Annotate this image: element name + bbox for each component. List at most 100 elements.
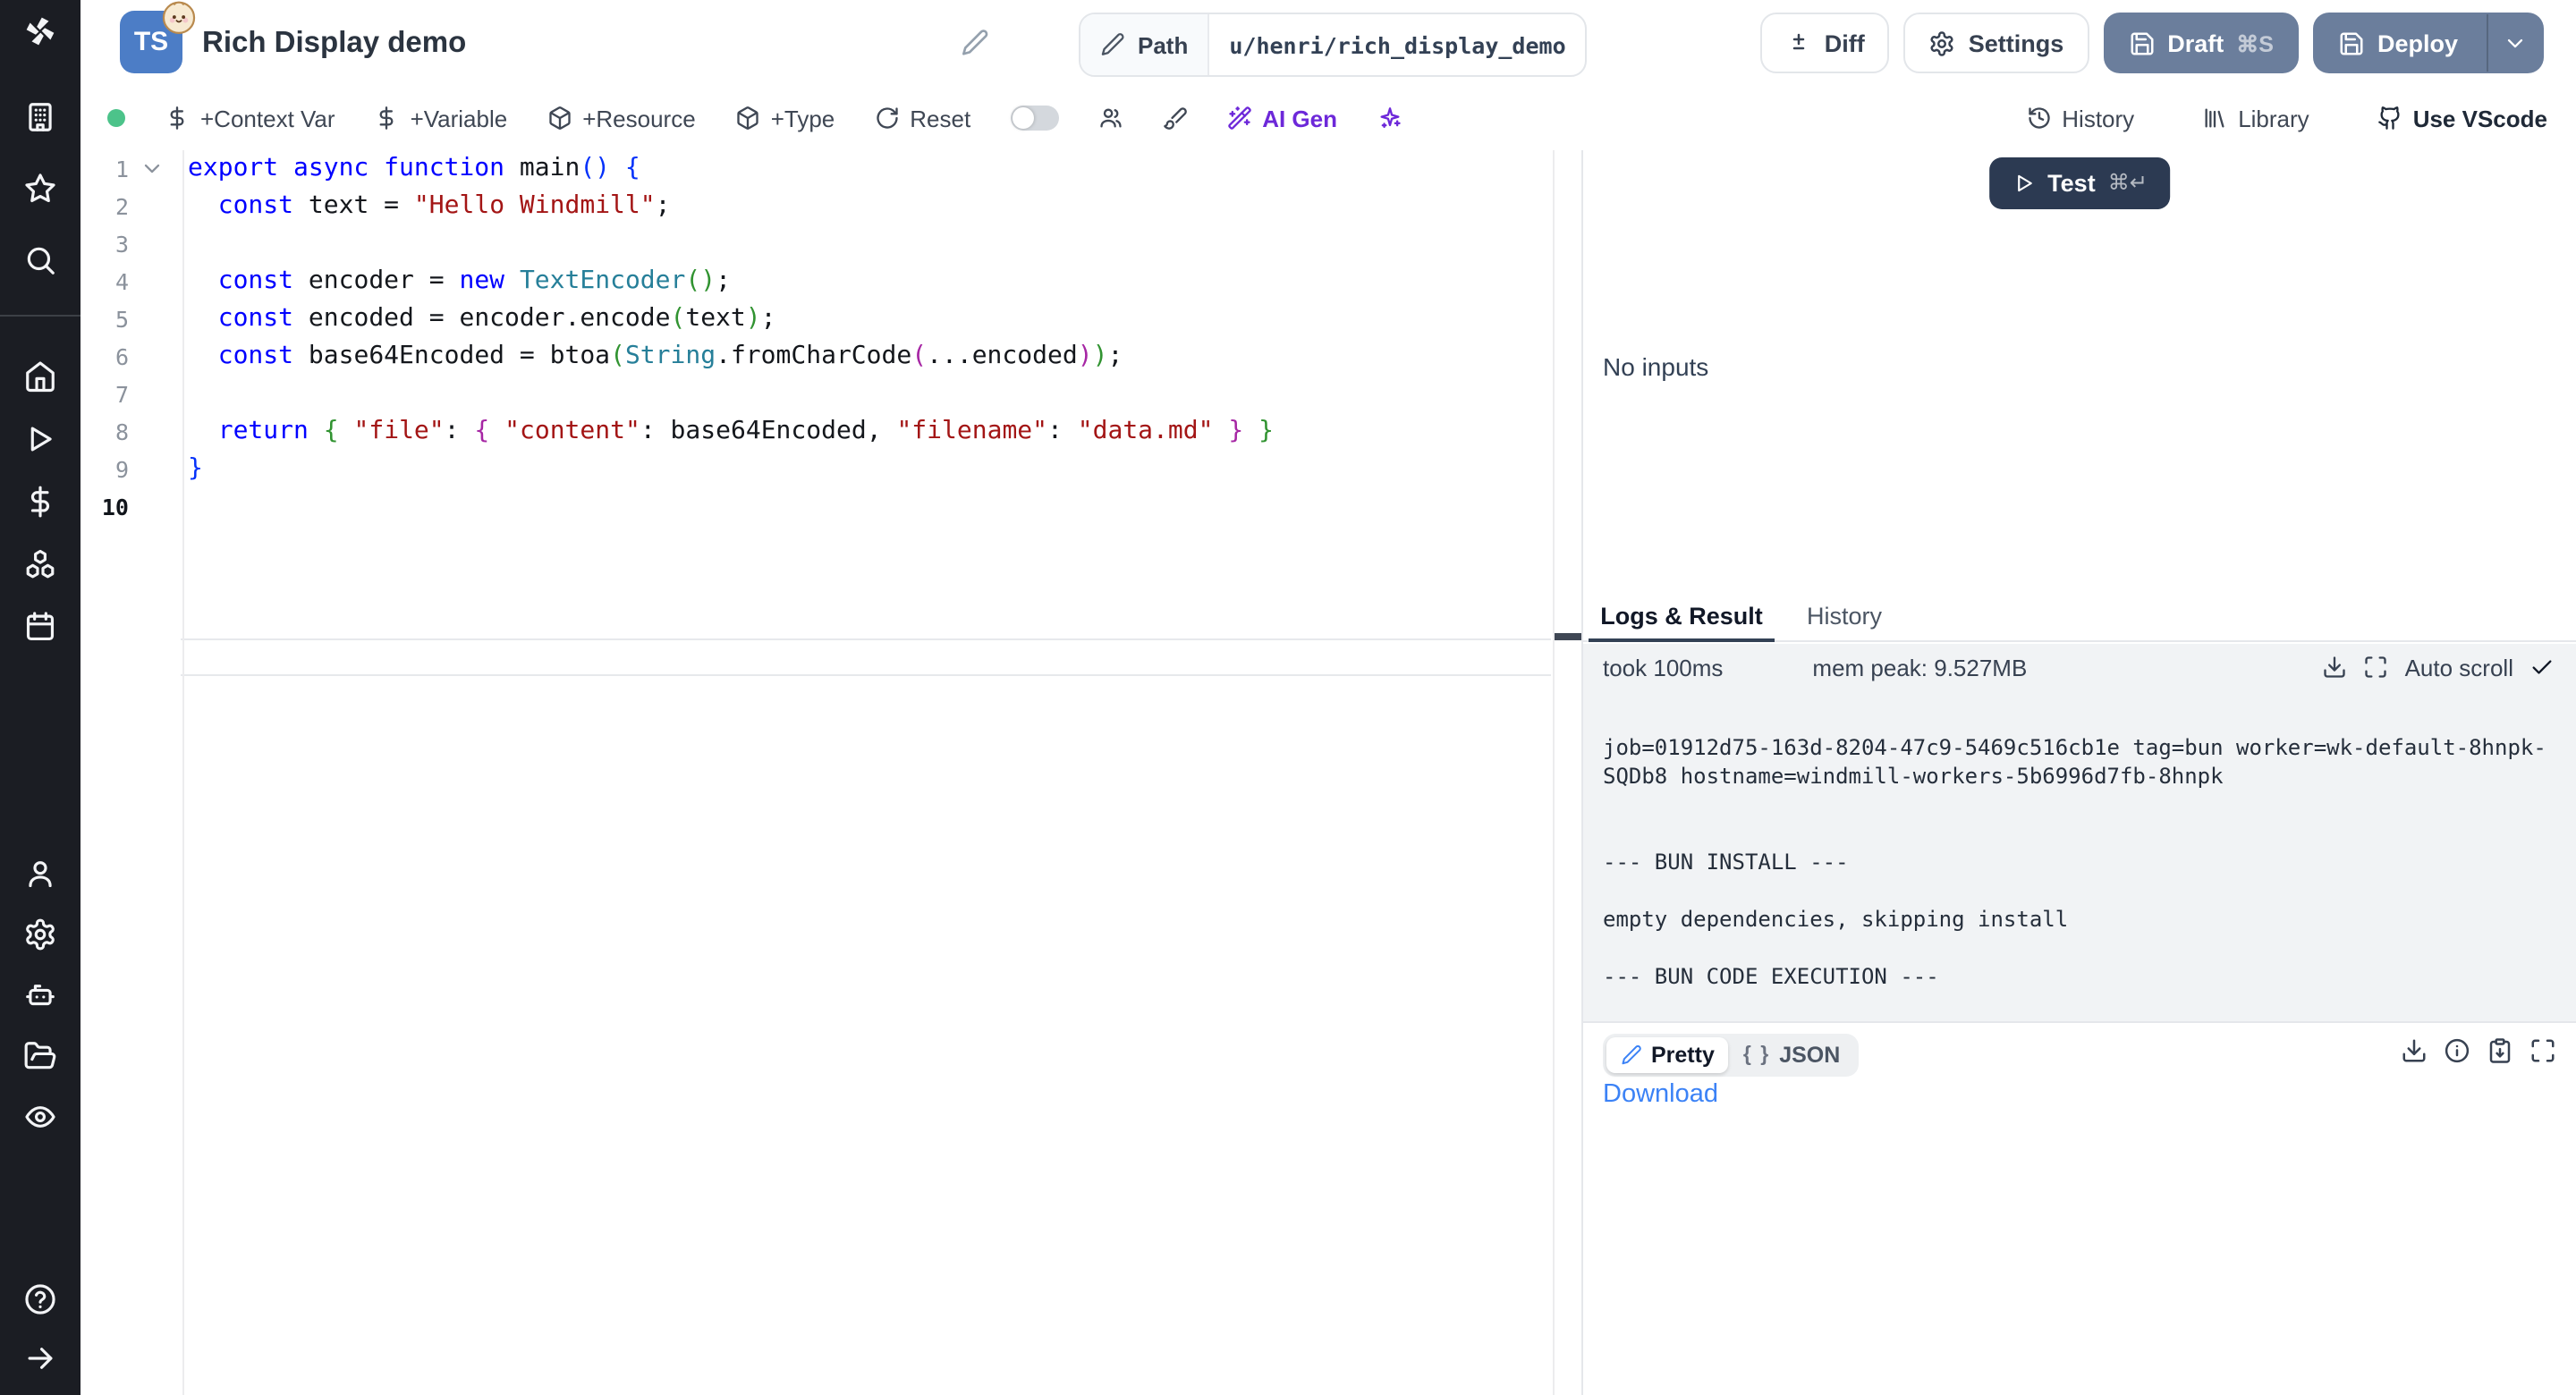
pen-icon [1621,1044,1642,1066]
line-number: 4 [80,263,129,300]
add-variable-label: +Variable [411,105,508,131]
check-icon[interactable] [2529,655,2555,680]
settings-button[interactable]: Settings [1904,13,2089,73]
copy-result-icon[interactable] [2487,1037,2513,1064]
code-line [188,225,1553,263]
deploy-menu-button[interactable] [2487,14,2542,72]
deploy-button[interactable]: Deploy [2313,13,2544,73]
language-badge: TS [120,11,182,73]
audit-logs-icon[interactable] [23,1100,57,1134]
sidebar-admin-group [23,857,57,1134]
library-button[interactable]: Library [2202,105,2309,131]
json-view-button[interactable]: { } JSON [1729,1037,1854,1073]
save-draft-icon [2128,30,2155,56]
play-icon [2012,171,2035,194]
library-icon [2202,106,2227,131]
tab-history[interactable]: History [1780,592,1909,640]
runs-icon[interactable] [23,422,57,456]
draft-button[interactable]: Draft ⌘S [2103,13,2299,73]
expand-logs-icon[interactable] [2364,655,2389,680]
collaborators-button[interactable] [1097,106,1123,131]
user-icon[interactable] [23,857,57,891]
expand-sidebar-icon[interactable] [23,1341,57,1375]
sparkles-icon [1377,106,1402,131]
format-code-button[interactable] [1162,106,1187,131]
expand-result-icon[interactable] [2529,1037,2556,1064]
history-button[interactable]: History [2026,105,2134,131]
info-icon[interactable] [2444,1037,2470,1064]
ai-sparkles-button[interactable] [1377,106,1402,131]
settings-icon[interactable] [23,917,57,951]
active-line-highlight [181,638,1551,676]
run-panel: Test ⌘↵ No inputs Logs & Result History … [1581,150,2576,1395]
download-result-icon[interactable] [2401,1037,2428,1064]
auto-scroll-label[interactable]: Auto scroll [2405,654,2513,681]
pretty-view-button[interactable]: Pretty [1606,1037,1729,1073]
add-context-var-button[interactable]: +Context Var [165,105,335,131]
rotate-cw-icon [874,106,899,131]
workspace-icon[interactable] [23,100,57,134]
gutter-guide-line [182,150,183,1395]
add-resource-button[interactable]: +Resource [547,105,695,131]
add-type-label: +Type [771,105,835,131]
edit-title-icon[interactable] [961,29,989,57]
header-actions: Diff Settings Draft ⌘S Deploy [1760,13,2544,73]
overview-ruler-cursor-mark [1555,633,1581,640]
run-duration: took 100ms [1603,654,1723,681]
path-label-section: Path [1080,14,1209,75]
windmill-logo-icon[interactable] [23,14,57,48]
help-icon[interactable] [23,1282,57,1316]
path-value[interactable]: u/henri/rich_display_demo [1209,14,1585,75]
download-file-link[interactable]: Download [1603,1080,1718,1109]
test-button[interactable]: Test ⌘↵ [1988,156,2171,208]
search-icon[interactable] [23,243,57,277]
diff-label: Diff [1825,30,1865,56]
favorites-icon[interactable] [23,172,57,206]
library-label: Library [2238,105,2309,131]
schedules-icon[interactable] [23,610,57,644]
paintbrush-icon [1162,106,1187,131]
code-line: return { "file": { "content": base64Enco… [188,413,1553,451]
add-resource-label: +Resource [582,105,695,131]
users-icon [1097,106,1123,131]
code-editor[interactable]: 12345678910 export async function main()… [80,150,1581,1395]
add-context-var-label: +Context Var [200,105,335,131]
use-vscode-label: Use VScode [2413,105,2547,131]
header: TS Rich Display demo Path u/henri/ [80,0,2576,86]
result-actions [2401,1037,2556,1064]
workers-icon[interactable] [23,978,57,1012]
download-logs-icon[interactable] [2323,655,2348,680]
use-vscode-button[interactable]: Use VScode [2377,105,2547,131]
diff-button[interactable]: Diff [1760,13,1890,73]
sidebar-bottom-group [23,1282,57,1375]
result-section: Pretty { } JSON Download [1583,1021,2576,1395]
variables-icon[interactable] [23,485,57,519]
line-number: 5 [80,300,129,338]
resources-icon[interactable] [23,547,57,581]
test-shortcut: ⌘↵ [2108,170,2148,195]
editor-toolbar: +Context Var +Variable +Resource +Type R… [80,86,2576,152]
job-logs: job=01912d75-163d-8204-47c9-5469c516cb1e… [1603,733,2558,991]
ai-gen-label: AI Gen [1262,105,1337,131]
package-icon [735,106,760,131]
reset-button[interactable]: Reset [874,105,970,131]
draft-shortcut: ⌘S [2236,30,2274,56]
history-label: History [2062,105,2134,131]
fold-chevron-icon[interactable] [140,156,165,181]
history-icon [2026,106,2051,131]
code-content[interactable]: export async function main() { const tex… [188,150,1553,526]
add-variable-button[interactable]: +Variable [375,105,508,131]
dollar-icon [375,106,400,131]
add-type-button[interactable]: +Type [735,105,835,131]
tab-logs-result[interactable]: Logs & Result [1583,592,1780,640]
package-icon [547,106,572,131]
ai-gen-button[interactable]: AI Gen [1226,105,1337,131]
line-number: 8 [80,413,129,451]
toolbar-right: History Library Use VScode [2026,105,2576,131]
line-number: 7 [80,376,129,413]
folders-icon[interactable] [23,1039,57,1073]
diff-mode-toggle[interactable] [1010,106,1058,131]
path-field[interactable]: Path u/henri/rich_display_demo [1079,13,1588,77]
home-icon[interactable] [23,359,57,393]
line-numbers: 12345678910 [80,150,129,526]
